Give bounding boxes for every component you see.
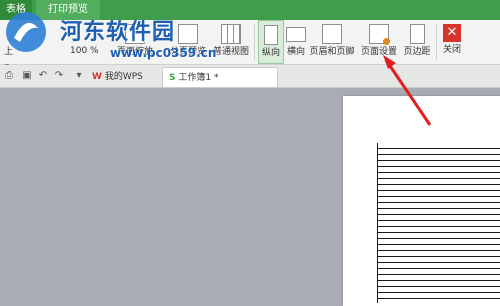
close-icon: ✕	[443, 24, 461, 42]
document-tab-strip: ⎙ ▣ ↶ ↷ ▾ W 我的WPS S 工作簿1 *	[0, 65, 500, 88]
separator	[436, 24, 437, 60]
wps-logo-icon: W	[92, 72, 102, 82]
watermark-text: 河东软件园	[60, 19, 176, 45]
portrait-page-icon	[264, 25, 278, 45]
tab-my-wps-label: 我的WPS	[104, 72, 143, 82]
margins-button[interactable]: 页边距	[400, 20, 434, 64]
page-setup-label: 页面设置	[360, 47, 397, 57]
redo-icon[interactable]: ↷	[52, 69, 66, 83]
spreadsheet-icon: S	[169, 73, 176, 83]
preview-table-lines	[377, 143, 500, 303]
preview-icon[interactable]: ▣	[20, 69, 34, 83]
tab-workbook[interactable]: S 工作簿1 *	[162, 67, 278, 87]
page-setup-button[interactable]: 页面设置	[360, 20, 398, 64]
page-setup-icon	[369, 24, 390, 45]
tab-workbook-label: 工作簿1 *	[178, 73, 219, 83]
grid-icon	[221, 24, 241, 44]
margins-label: 页边距	[403, 47, 431, 57]
header-footer-button[interactable]: 页眉和页脚	[309, 20, 355, 64]
undo-icon[interactable]: ↶	[36, 69, 50, 83]
landscape-label: 横向	[286, 47, 305, 57]
chevron-down-icon[interactable]: ▾	[72, 69, 86, 83]
header-footer-label: 页眉和页脚	[309, 47, 355, 57]
landscape-page-icon	[286, 27, 306, 42]
watermark-url: www.pc0359.cn	[110, 46, 217, 60]
close-button[interactable]: ✕ 关闭	[440, 20, 464, 64]
header-footer-icon	[322, 24, 342, 44]
zoom-select[interactable]: 100 %	[70, 46, 99, 56]
margins-icon	[409, 24, 425, 44]
tab-my-wps[interactable]: W 我的WPS	[86, 67, 149, 87]
portrait-label: 纵向	[261, 48, 280, 58]
print-icon[interactable]: ⎙	[2, 69, 16, 83]
separator	[254, 24, 255, 60]
site-logo	[6, 12, 46, 52]
landscape-button[interactable]: 横向	[286, 20, 306, 64]
page-break-icon	[178, 24, 198, 44]
close-label: 关闭	[442, 45, 461, 55]
portrait-button[interactable]: 纵向	[258, 20, 284, 64]
